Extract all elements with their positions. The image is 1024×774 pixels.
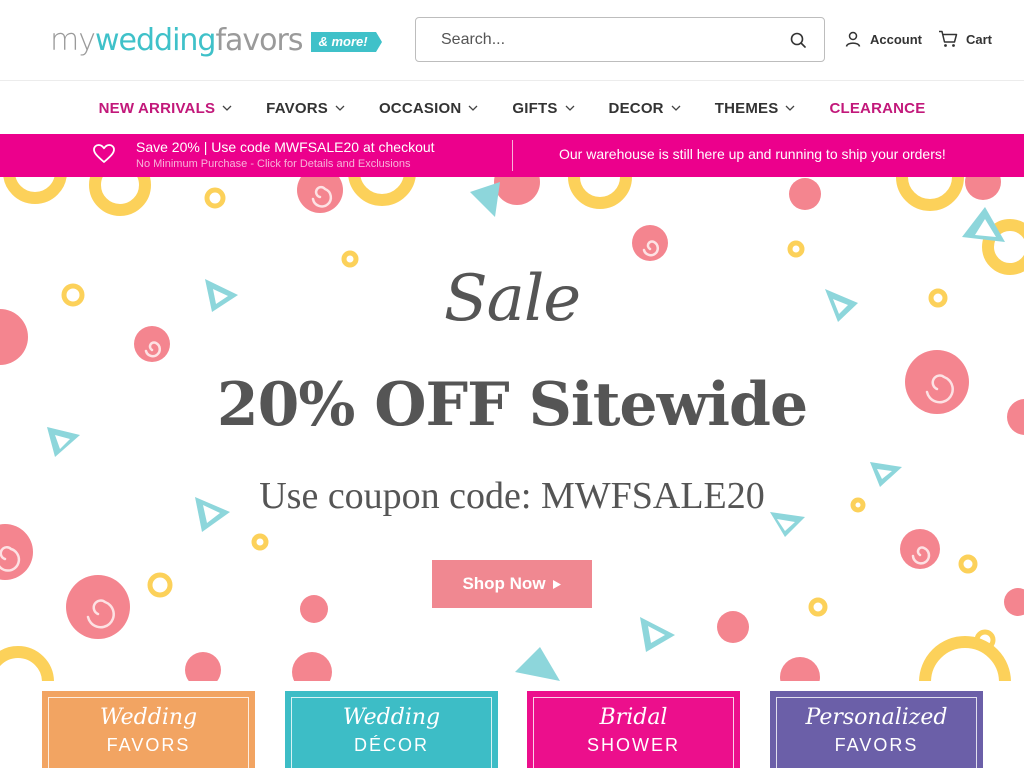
site-header: my wedding favors & more! Account Cart (0, 0, 1024, 81)
tile-caps-text: SHOWER (587, 735, 680, 755)
promo-details-link[interactable]: No Minimum Purchase - Click for Details … (136, 158, 410, 170)
chevron-down-icon (468, 105, 478, 111)
promo-shipping-notice: Our warehouse is still here up and runni… (559, 146, 946, 162)
logo-wedding: wedding (94, 22, 216, 58)
tile-caps-text: FAVORS (834, 735, 919, 755)
logo-more-badge: & more! (310, 32, 382, 52)
nav-new-arrivals[interactable]: NEW ARRIVALS (82, 100, 250, 117)
logo-favors: favors (215, 22, 303, 58)
tile-script-text: Wedding (99, 705, 198, 730)
tile-bridal-shower[interactable]: Bridal SHOWER (527, 691, 740, 774)
nav-label: FAVORS (266, 99, 328, 117)
chevron-down-icon (565, 105, 575, 111)
cart-label: Cart (966, 31, 993, 47)
chevron-down-icon (671, 105, 681, 111)
logo-my: my (50, 22, 96, 58)
nav-themes[interactable]: THEMES (698, 100, 813, 117)
shop-now-button[interactable]: Shop Now (432, 560, 592, 608)
tile-wedding-favors[interactable]: Wedding FAVORS (42, 691, 255, 774)
promo-offer-text[interactable]: Save 20% | Use code MWFSALE20 at checkou… (136, 139, 435, 155)
promo-bar: Save 20% | Use code MWFSALE20 at checkou… (0, 134, 1024, 177)
nav-occasion[interactable]: OCCASION (362, 100, 495, 117)
nav-label: OCCASION (378, 99, 462, 117)
tile-caps-text: DÉCOR (353, 735, 429, 755)
nav-gifts[interactable]: GIFTS (495, 100, 591, 117)
nav-label: NEW ARRIVALS (98, 99, 216, 117)
chevron-down-icon (785, 105, 795, 111)
hero-sale-script: Sale (443, 262, 581, 336)
search-input[interactable] (416, 18, 776, 61)
nav-label: GIFTS (512, 99, 558, 117)
nav-clearance[interactable]: CLEARANCE (812, 100, 942, 117)
tile-script-text: Wedding (342, 705, 441, 730)
tile-script-text: Personalized (805, 705, 948, 730)
hero-coupon-text: Use coupon code: MWFSALE20 (259, 475, 765, 517)
user-icon (845, 31, 861, 47)
main-nav: NEW ARRIVALS FAVORS OCCASION GIFTS DECOR… (0, 82, 1024, 134)
nav-label: CLEARANCE (829, 99, 926, 117)
tile-wedding-decor[interactable]: Wedding DÉCOR (285, 691, 498, 774)
promo-divider (512, 140, 513, 171)
chevron-down-icon (335, 105, 345, 111)
chevron-down-icon (222, 105, 232, 111)
nav-label: THEMES (714, 99, 779, 117)
shop-now-label: Shop Now (462, 574, 546, 593)
site-logo[interactable]: my wedding favors & more! (50, 20, 382, 60)
nav-decor[interactable]: DECOR (592, 100, 698, 117)
tile-personalized-favors[interactable]: Personalized FAVORS (770, 691, 983, 774)
account-link[interactable]: Account (844, 30, 922, 48)
search-icon[interactable] (790, 32, 806, 48)
tile-caps-text: FAVORS (106, 735, 191, 755)
account-label: Account (870, 31, 922, 47)
cart-icon (939, 30, 958, 47)
hero-banner[interactable]: Sale 20% OFF Sitewide Use coupon code: M… (0, 177, 1024, 681)
search-box (415, 17, 825, 62)
nav-favors[interactable]: FAVORS (249, 100, 362, 117)
cart-link[interactable]: Cart (938, 30, 992, 48)
heart-icon (93, 144, 115, 163)
category-tiles: Wedding FAVORS Wedding DÉCOR Bridal SHOW… (0, 681, 1024, 774)
play-arrow-icon (552, 579, 561, 589)
nav-label: DECOR (608, 99, 664, 117)
tile-script-text: Bridal (599, 705, 668, 730)
hero-headline: 20% OFF Sitewide (216, 370, 808, 440)
